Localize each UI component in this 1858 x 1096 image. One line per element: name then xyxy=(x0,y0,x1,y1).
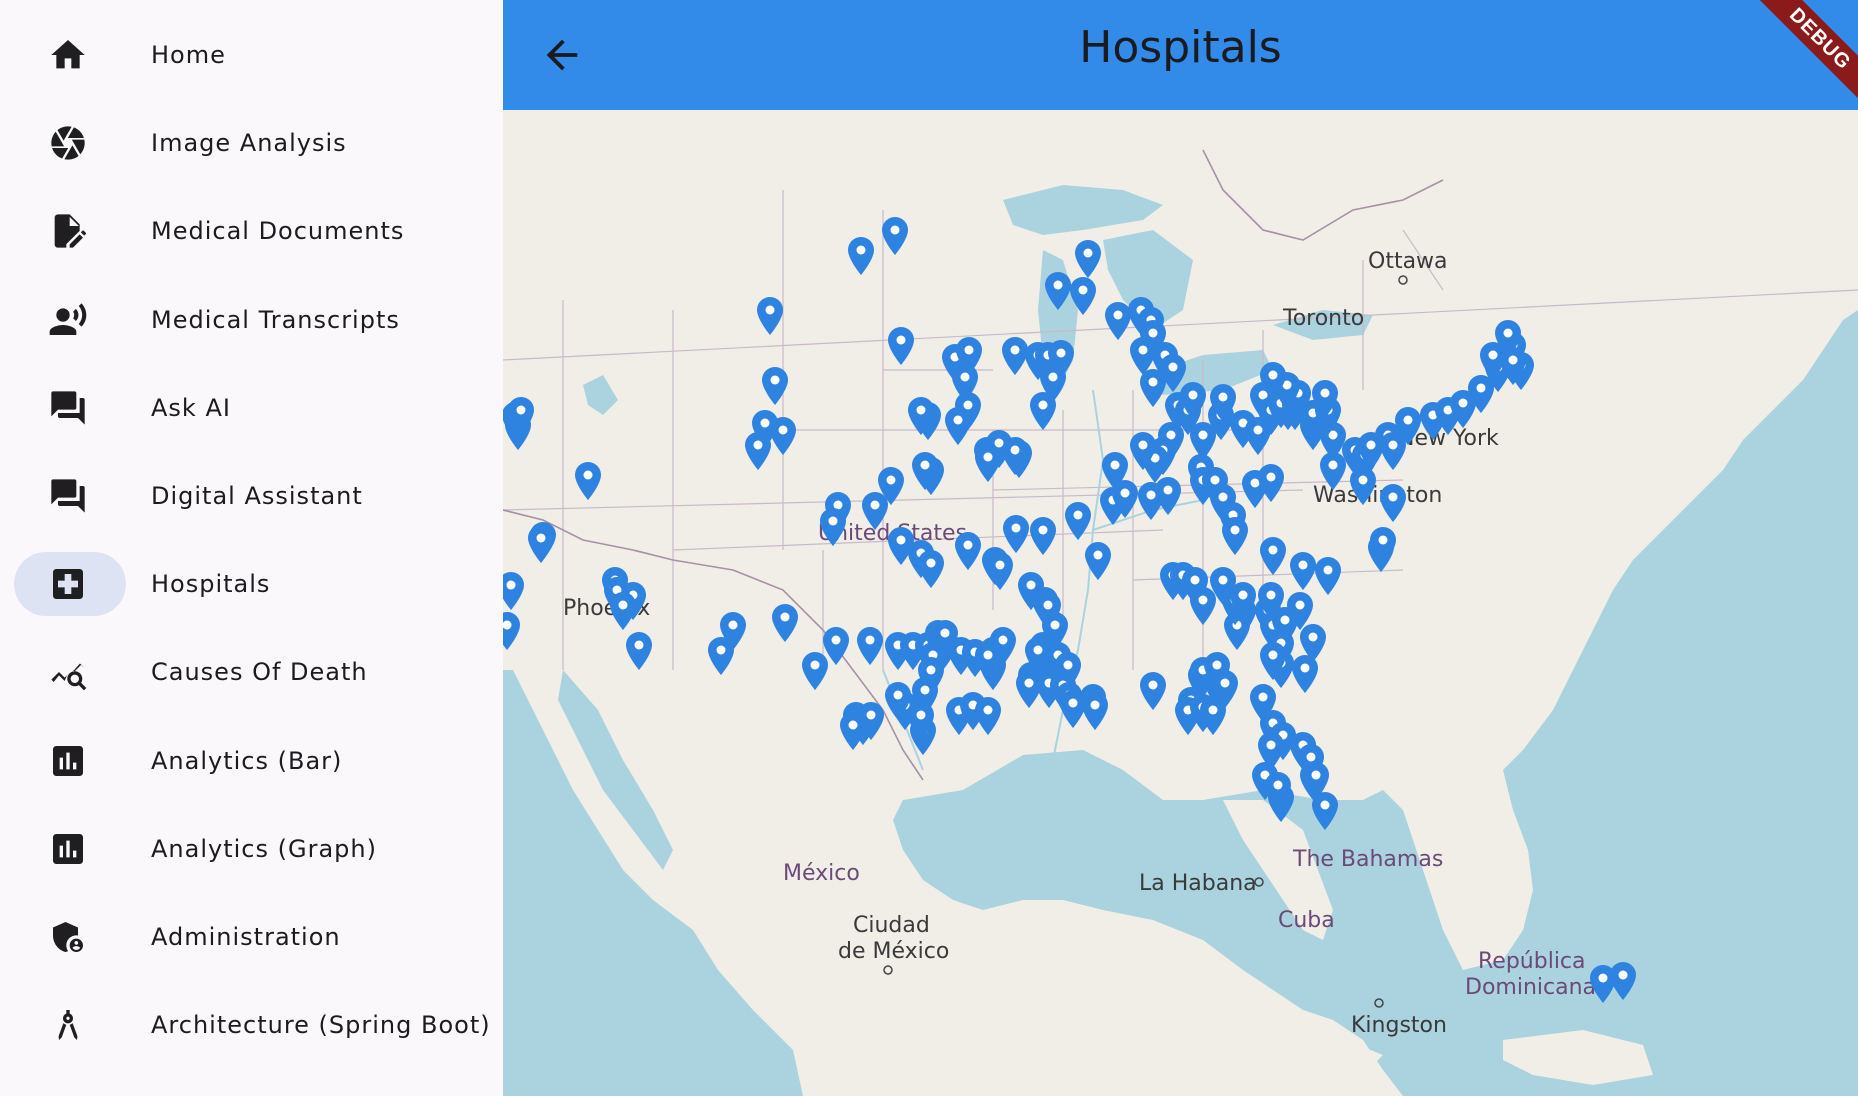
main-content: Hospitals DEBUG Ottawa Toronto New York … xyxy=(503,0,1858,1096)
sidebar-item-label: Image Analysis xyxy=(151,129,347,158)
sidebar-item-label: Medical Transcripts xyxy=(151,305,400,334)
sidebar-item-digital-assistant[interactable]: Digital Assistant xyxy=(14,464,489,528)
sidebar-item-causes-of-death[interactable]: Causes Of Death xyxy=(14,640,489,704)
query-stats-icon xyxy=(48,652,88,692)
sidebar-item-hospitals[interactable]: Hospitals xyxy=(14,552,269,617)
forum-icon xyxy=(48,476,88,516)
label-kingston: Kingston xyxy=(1351,1013,1447,1038)
label-mexico-city-1: Ciudad xyxy=(853,913,930,938)
sidebar-item-label: Analytics (Graph) xyxy=(151,834,377,863)
label-la-habana: La Habana xyxy=(1139,871,1257,896)
label-cuba: Cuba xyxy=(1278,908,1335,933)
sidebar-item-image-analysis[interactable]: Image Analysis xyxy=(14,111,489,175)
map-tiles: Ottawa Toronto New York Washington Unite… xyxy=(503,110,1858,1096)
sidebar-item-architecture-spring-boot[interactable]: Architecture (Spring Boot) xyxy=(14,993,491,1057)
sidebar-item-analytics-graph[interactable]: Analytics (Graph) xyxy=(14,817,489,881)
home-icon xyxy=(48,35,88,75)
forum-icon xyxy=(48,388,88,428)
label-mexico: México xyxy=(783,861,860,886)
sidebar-item-analytics-bar[interactable]: Analytics (Bar) xyxy=(14,729,489,793)
sidebar-item-ask-ai[interactable]: Ask AI xyxy=(14,376,489,440)
app-bar: Hospitals DEBUG xyxy=(503,0,1858,114)
label-republica: República xyxy=(1478,949,1586,974)
sidebar-item-home[interactable]: Home xyxy=(14,23,489,87)
bar-chart-icon xyxy=(48,741,88,781)
sidebar-item-label: Home xyxy=(151,41,226,69)
label-toronto: Toronto xyxy=(1282,306,1364,331)
sidebar-item-label: Administration xyxy=(151,923,341,951)
bar-chart-icon xyxy=(48,829,88,869)
sidebar-item-label: Causes Of Death xyxy=(151,658,368,687)
sidebar-item-label: Architecture (Spring Boot) xyxy=(151,1011,491,1040)
hospitals-map[interactable]: Ottawa Toronto New York Washington Unite… xyxy=(503,110,1858,1096)
record-voice-icon xyxy=(48,300,88,340)
admin-shield-icon xyxy=(48,917,88,957)
label-mexico-city-2: de México xyxy=(838,939,949,964)
sidebar-item-label: Hospitals xyxy=(151,570,271,599)
sidebar-item-medical-documents[interactable]: Medical Documents xyxy=(14,199,489,263)
sidebar-item-medical-transcripts[interactable]: Medical Transcripts xyxy=(14,288,489,352)
sidebar-item-administration[interactable]: Administration xyxy=(14,905,489,969)
sidebar-item-label: Medical Documents xyxy=(151,217,405,246)
label-bahamas: The Bahamas xyxy=(1292,847,1443,872)
edit-document-icon xyxy=(48,211,88,251)
page-title: Hospitals xyxy=(1079,22,1282,73)
navigation-drawer: Home Image Analysis Medical Documents Medic… xyxy=(0,0,503,1096)
sidebar-item-label: Ask AI xyxy=(151,393,231,422)
label-ottawa: Ottawa xyxy=(1368,249,1448,274)
local-hospital-icon xyxy=(48,564,88,604)
sidebar-item-label: Digital Assistant xyxy=(151,482,363,510)
camera-aperture-icon xyxy=(48,123,88,163)
label-dominicana: Dominicana xyxy=(1465,975,1596,1000)
sidebar-item-label: Analytics (Bar) xyxy=(151,746,343,775)
architecture-icon xyxy=(48,1005,88,1045)
